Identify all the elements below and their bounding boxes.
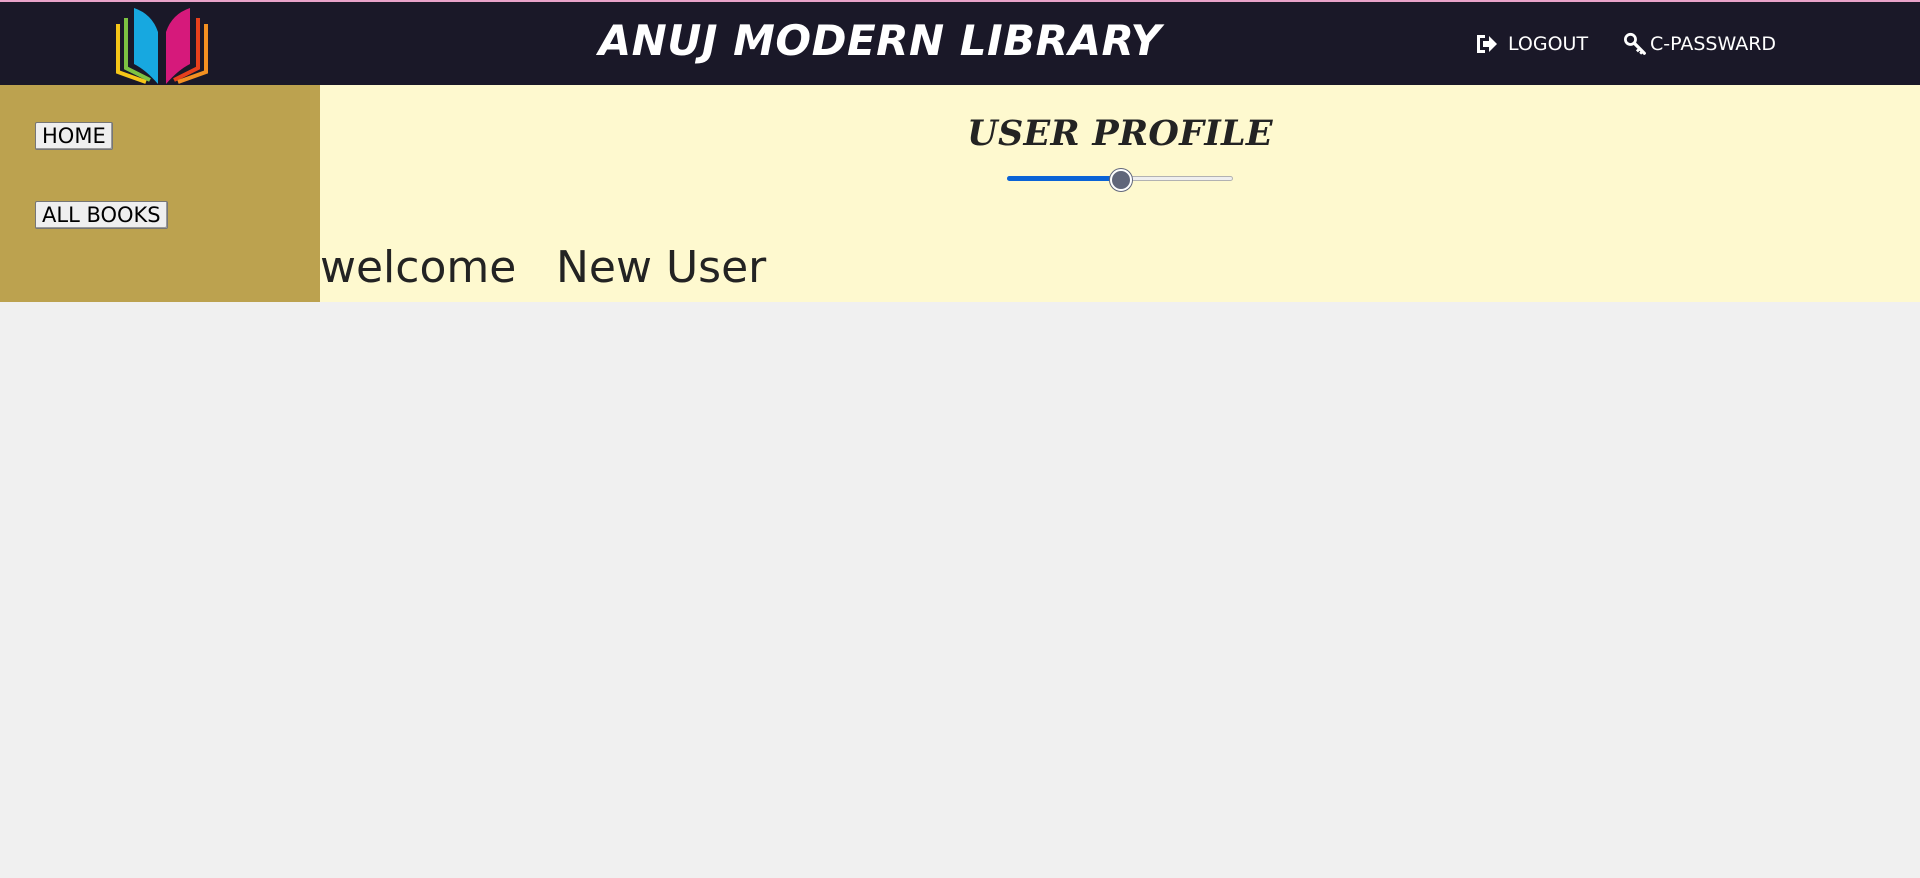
page-title: USER PROFILE [967, 113, 1273, 154]
welcome-text: welcome [320, 242, 517, 293]
sidebar-item-home[interactable]: HOME [35, 122, 113, 150]
profile-panel: USER PROFILE welcome New User [320, 85, 1920, 302]
key-icon [1624, 32, 1646, 55]
open-book-logo[interactable] [112, 2, 212, 86]
sidebar-item-all-books[interactable]: ALL BOOKS [35, 201, 168, 229]
sidebar: HOME ALL BOOKS [0, 85, 320, 302]
profile-slider[interactable] [1007, 168, 1233, 191]
logout-label: LOGOUT [1508, 33, 1589, 55]
slider-fill [1007, 176, 1120, 181]
slider-thumb[interactable] [1110, 169, 1132, 191]
change-password-label: C-PASSWARD [1650, 33, 1777, 55]
top-navbar: ANUJ MODERN LIBRARY LOGOUT C-PASSWARD [0, 0, 1920, 85]
site-title: ANUJ MODERN LIBRARY [598, 16, 1162, 65]
logout-link[interactable]: LOGOUT [1474, 32, 1588, 56]
change-password-link[interactable]: C-PASSWARD [1624, 32, 1776, 56]
logout-icon [1477, 35, 1497, 53]
user-name: New User [556, 242, 767, 293]
